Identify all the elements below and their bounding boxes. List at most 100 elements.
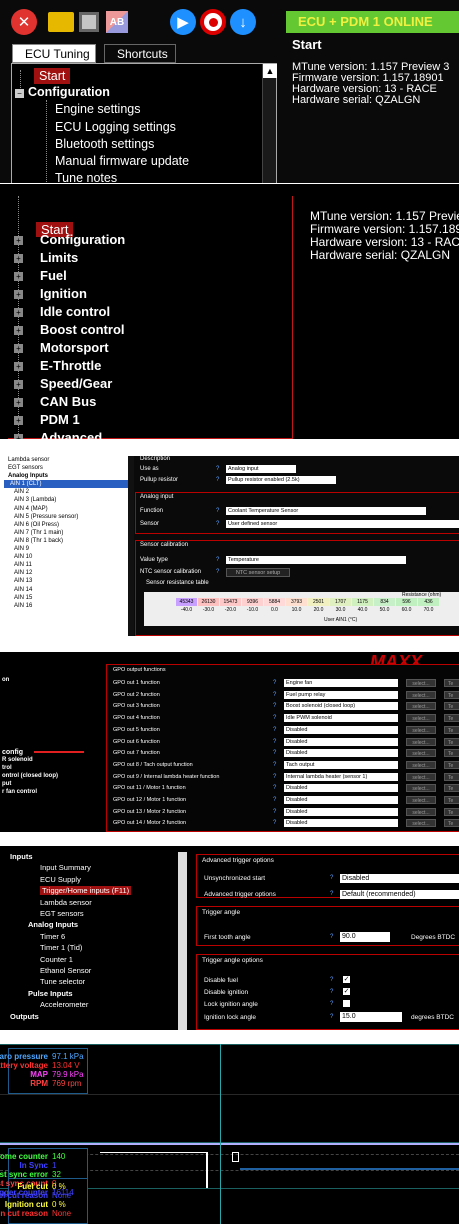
tree-item[interactable]: Tune selector xyxy=(40,977,85,986)
list-item[interactable]: AIN 16 xyxy=(8,602,128,610)
tree-item-start[interactable]: Start xyxy=(34,68,71,84)
test-button[interactable]: Te xyxy=(444,749,459,758)
tree-item[interactable]: Analog Inputs xyxy=(28,920,78,929)
gpo-row-value[interactable]: Disabled xyxy=(284,807,398,816)
scrollbar[interactable] xyxy=(178,852,187,1030)
select-button[interactable]: select... xyxy=(406,772,436,781)
test-button[interactable]: Te xyxy=(444,690,459,699)
expand-icon[interactable]: + xyxy=(14,290,23,299)
tree-item-speed-gear[interactable]: Speed/Gear xyxy=(40,376,112,391)
tree-item-engine-settings[interactable]: Engine settings xyxy=(55,102,140,116)
test-button[interactable]: Te xyxy=(444,807,459,816)
close-icon[interactable]: ✕ xyxy=(11,9,37,35)
tree-item-fuel[interactable]: Fuel xyxy=(40,268,67,283)
gpo-row-value[interactable]: Idle PWM solenoid xyxy=(284,714,398,723)
select-button[interactable]: select... xyxy=(406,679,436,687)
test-button[interactable]: Te xyxy=(444,772,459,781)
list-item[interactable]: AIN 11 xyxy=(8,561,128,569)
tree-item[interactable]: Timer 6 xyxy=(40,932,65,941)
test-button[interactable]: Te xyxy=(444,819,459,828)
gpo-row-value[interactable]: Disabled xyxy=(284,725,398,734)
tree-item[interactable]: Timer 1 (Tid) xyxy=(40,943,82,952)
tree-item-configuration[interactable]: Configuration xyxy=(40,232,125,247)
list-item[interactable]: Analog Inputs xyxy=(8,472,128,480)
tree-item[interactable]: Trigger/Home inputs (F11) xyxy=(40,886,132,896)
help-icon[interactable]: ? xyxy=(216,508,219,514)
test-button[interactable]: Te xyxy=(444,725,459,734)
table-cell[interactable]: 1175 xyxy=(352,598,373,606)
tree-item-configuration[interactable]: Configuration xyxy=(28,85,110,99)
table-cell[interactable]: 834 xyxy=(374,598,395,606)
test-button[interactable]: Te xyxy=(444,702,459,711)
download-icon[interactable]: ↓ xyxy=(230,9,256,35)
tree-item-firmware-update[interactable]: Manual firmware update xyxy=(55,154,189,168)
list-item[interactable]: AIN 14 xyxy=(8,586,128,594)
table-cell[interactable]: 45343 xyxy=(176,598,197,606)
lock-ignition-checkbox[interactable] xyxy=(343,1000,350,1007)
help-icon[interactable]: ? xyxy=(273,739,276,745)
list-item[interactable]: AIN 7 (Thr 1 main) xyxy=(8,529,128,537)
list-item[interactable]: EGT sensors xyxy=(8,464,128,472)
tree-item-bluetooth[interactable]: Bluetooth settings xyxy=(55,137,154,151)
help-icon[interactable]: ? xyxy=(330,977,333,983)
first-tooth-input[interactable]: 90.0 xyxy=(340,932,390,942)
help-icon[interactable]: ? xyxy=(330,934,333,940)
tree-item-ecu-logging[interactable]: ECU Logging settings xyxy=(55,120,176,134)
gpo-row-value[interactable]: Tach output xyxy=(284,760,398,769)
gpo-row-value[interactable]: Internal lambda heater (sensor 1) xyxy=(284,772,398,781)
sidebar-item[interactable]: ontrol (closed loop) xyxy=(2,773,58,779)
unsync-select[interactable]: Disabled xyxy=(340,874,459,883)
select-button[interactable]: select... xyxy=(406,690,436,699)
expand-icon[interactable]: + xyxy=(14,416,23,425)
tree-item-can-bus[interactable]: CAN Bus xyxy=(40,394,96,409)
sidebar-item-config[interactable]: config xyxy=(2,749,23,756)
tree-item[interactable]: Outputs xyxy=(10,1012,39,1021)
tree-item[interactable]: Input Summary xyxy=(40,863,91,872)
tree-item[interactable]: Ethanol Sensor xyxy=(40,966,91,975)
tree-item-motorsport[interactable]: Motorsport xyxy=(40,340,109,355)
select-button[interactable]: select... xyxy=(406,725,436,734)
tree-item-pdm-1[interactable]: PDM 1 xyxy=(40,412,80,427)
sidebar-item[interactable]: put xyxy=(2,781,11,787)
tree-item-limits[interactable]: Limits xyxy=(40,250,78,265)
gpo-row-value[interactable]: Disabled xyxy=(284,749,398,758)
help-icon[interactable]: ? xyxy=(330,989,333,995)
play-icon[interactable]: ▶ xyxy=(170,9,196,35)
resistance-table[interactable]: Resistance (ohm) 45343 -40.0 26130 -30.0 154… xyxy=(144,592,459,626)
help-icon[interactable]: ? xyxy=(216,477,219,483)
table-cell[interactable]: 26130 xyxy=(198,598,219,606)
gpo-row-value[interactable]: Disabled xyxy=(284,737,398,746)
test-button[interactable]: Te xyxy=(444,784,459,793)
cursor-marker[interactable] xyxy=(232,1152,239,1162)
expand-icon[interactable]: + xyxy=(14,380,23,389)
tree-item-tune-notes[interactable]: Tune notes xyxy=(55,171,117,183)
gpo-row-value[interactable]: Disabled xyxy=(284,796,398,804)
help-icon[interactable]: ? xyxy=(216,466,219,472)
test-button[interactable]: Te xyxy=(444,737,459,746)
help-icon[interactable]: ? xyxy=(330,891,333,897)
expand-icon[interactable]: + xyxy=(14,236,23,245)
test-button[interactable]: Te xyxy=(444,760,459,769)
compare-ab-icon[interactable]: AB xyxy=(106,11,128,33)
sidebar-item[interactable]: R solenoid xyxy=(2,757,33,763)
help-icon[interactable]: ? xyxy=(273,703,276,709)
help-icon[interactable]: ? xyxy=(273,797,276,803)
expand-icon[interactable]: + xyxy=(14,272,23,281)
sidebar-item[interactable]: trol xyxy=(2,765,12,771)
select-button[interactable]: select... xyxy=(406,796,436,804)
test-button[interactable]: Te xyxy=(444,679,459,687)
tree-item-ignition[interactable]: Ignition xyxy=(40,286,87,301)
list-item[interactable]: AIN 9 xyxy=(8,545,128,553)
adv-trigger-select[interactable]: Default (recommended) xyxy=(340,890,459,899)
select-button[interactable]: select... xyxy=(406,737,436,746)
tree-item[interactable]: Inputs xyxy=(10,852,33,861)
list-item[interactable]: AIN 13 xyxy=(8,577,128,585)
tab-shortcuts[interactable]: Shortcuts xyxy=(104,44,176,63)
test-button[interactable]: Te xyxy=(444,796,459,804)
list-item[interactable]: AIN 2 xyxy=(8,488,128,496)
list-item[interactable]: AIN 8 (Thr 1 back) xyxy=(8,537,128,545)
help-icon[interactable]: ? xyxy=(330,875,333,881)
tree-item-boost-control[interactable]: Boost control xyxy=(40,322,125,337)
select-button[interactable]: select... xyxy=(406,702,436,711)
table-cell[interactable]: 3793 xyxy=(286,598,307,606)
